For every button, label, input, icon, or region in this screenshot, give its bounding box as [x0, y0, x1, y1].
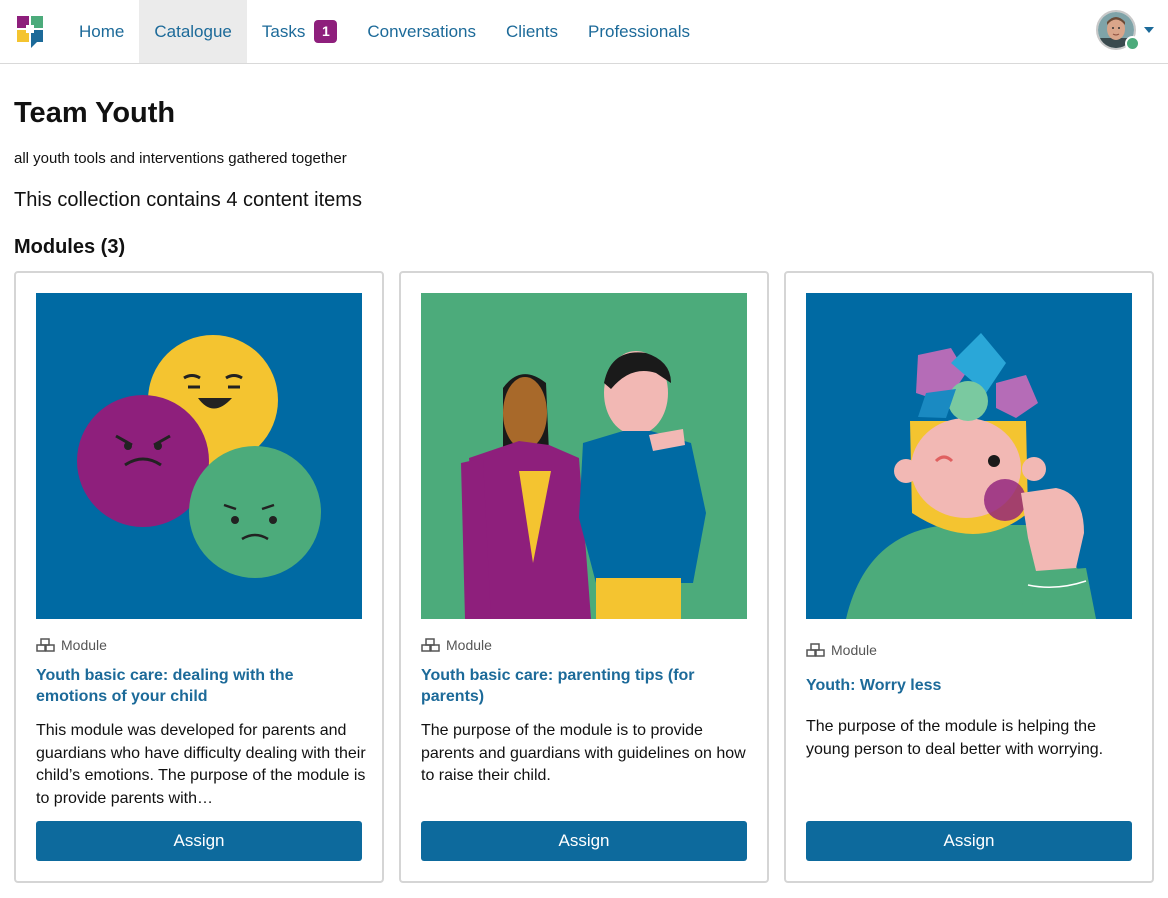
card-type: Module: [421, 637, 492, 653]
module-card: Module Youth basic care: dealing with th…: [14, 271, 384, 883]
user-menu[interactable]: [1096, 10, 1154, 51]
card-description: This module was developed for parents an…: [36, 722, 366, 807]
card-type: Module: [806, 642, 877, 658]
collection-count-text: This collection contains 4 content items: [14, 189, 362, 211]
app-logo-icon[interactable]: [14, 13, 50, 49]
emotion-faces-illustration[interactable]: [36, 293, 362, 619]
assign-button[interactable]: Assign: [421, 821, 747, 861]
chevron-down-icon[interactable]: [1144, 27, 1154, 33]
module-cubes-icon: [806, 642, 825, 657]
card-description: The purpose of the module is to provide …: [421, 722, 746, 784]
tasks-count-badge: 1: [314, 20, 338, 43]
nav-professionals[interactable]: Professionals: [573, 0, 705, 63]
card-title-link[interactable]: Youth: Worry less: [806, 675, 1132, 696]
worry-head-illustration[interactable]: [806, 293, 1132, 619]
assign-button[interactable]: Assign: [36, 821, 362, 861]
nav-clients[interactable]: Clients: [491, 0, 573, 63]
parent-and-child-illustration[interactable]: [421, 293, 747, 619]
presence-eye-icon: [1125, 36, 1140, 51]
card-title-link[interactable]: Youth basic care: dealing with the emoti…: [36, 665, 362, 707]
module-cubes-icon: [421, 637, 440, 652]
main-nav: Home Catalogue Tasks 1 Conversations Cli…: [64, 0, 705, 63]
assign-button[interactable]: Assign: [806, 821, 1132, 861]
card-title-link[interactable]: Youth basic care: parenting tips (for pa…: [421, 665, 747, 707]
module-card: Module Youth: Worry less The purpose of …: [784, 271, 1154, 883]
page-title: Team Youth: [14, 97, 176, 129]
modules-section-title: Modules (3): [14, 236, 126, 258]
card-type: Module: [36, 637, 107, 653]
module-card: Module Youth basic care: parenting tips …: [399, 271, 769, 883]
top-navbar: Home Catalogue Tasks 1 Conversations Cli…: [0, 0, 1168, 64]
module-cubes-icon: [36, 637, 55, 652]
nav-catalogue[interactable]: Catalogue: [139, 0, 247, 63]
nav-tasks[interactable]: Tasks 1: [247, 0, 352, 63]
nav-home[interactable]: Home: [64, 0, 139, 63]
card-description: The purpose of the module is helping the…: [806, 718, 1104, 758]
nav-conversations[interactable]: Conversations: [352, 0, 491, 63]
page-description: all youth tools and interventions gather…: [14, 150, 347, 167]
